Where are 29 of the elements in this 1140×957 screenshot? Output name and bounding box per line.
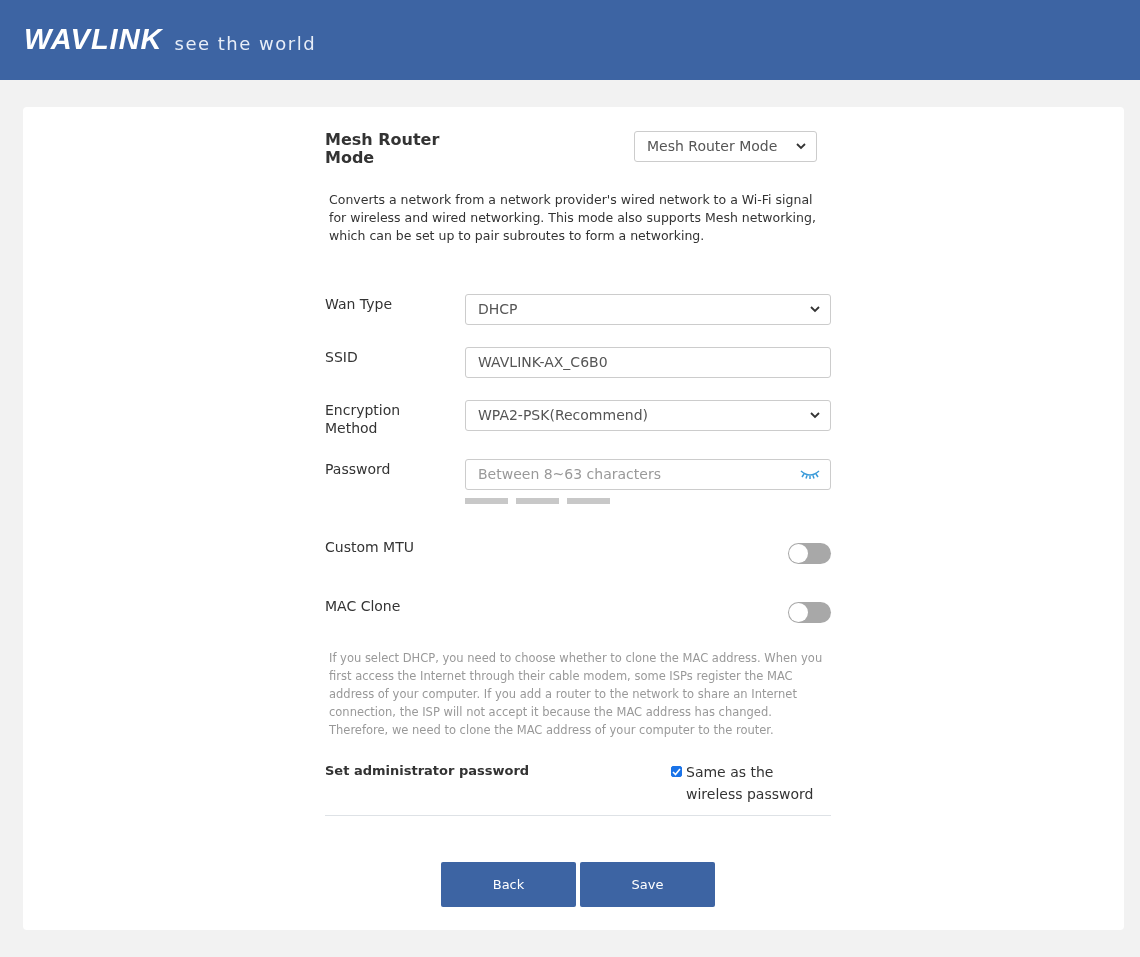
action-button[interactable]: Back (441, 862, 576, 907)
checkbox-label: Same as the wireless password (686, 763, 815, 804)
toggle-label: Custom MTU (325, 538, 415, 557)
mode-select[interactable]: Mesh Router Mode (634, 131, 817, 162)
toggle-switch[interactable] (788, 543, 831, 564)
input-field[interactable]: WAVLINK-AX_C6B0 (465, 347, 831, 378)
field-label: SSID (325, 348, 359, 367)
mode-description: Converts a network from a network provider's wired network to a Wi-Fi signal for wireless and wired networking. This mode also supports Mesh networking, which can be set up to pair subroutes to form a networking. (328, 191, 817, 245)
strength-bar (465, 498, 508, 504)
admin-password-label: Set administrator password (325, 762, 530, 780)
logo: WAVLINK (24, 22, 163, 58)
toggle-switch[interactable] (788, 602, 831, 623)
slogan: see the world (174, 31, 317, 56)
select-field[interactable]: WPA2-PSK(Recommend) (465, 400, 831, 431)
field-label: Password (325, 460, 392, 479)
checkbox[interactable] (671, 766, 682, 777)
caret-icon (796, 143, 806, 150)
mode-title: Mesh Router Mode (325, 131, 441, 167)
toggle-label: MAC Clone (325, 597, 402, 616)
strength-bar (516, 498, 559, 504)
action-button[interactable]: Save (580, 862, 715, 907)
select-field[interactable]: DHCP (465, 294, 831, 325)
caret-icon (810, 306, 820, 313)
field-label: Wan Type (325, 295, 393, 314)
mac-clone-note: If you select DHCP, you need to choose whether to clone the MAC address. When you first access the Internet through their cable modem, some ISPs register the MAC address of your computer. If you add a router to the network to share an Internet connection, the ISP will not accept it because the MAC address has changed. Therefore, we need to clone the MAC address of your computer to the router. (328, 650, 824, 739)
field-label: Encryption Method (325, 401, 402, 437)
eye-closed-icon[interactable] (800, 470, 820, 479)
caret-icon (810, 412, 820, 419)
strength-bar (567, 498, 610, 504)
